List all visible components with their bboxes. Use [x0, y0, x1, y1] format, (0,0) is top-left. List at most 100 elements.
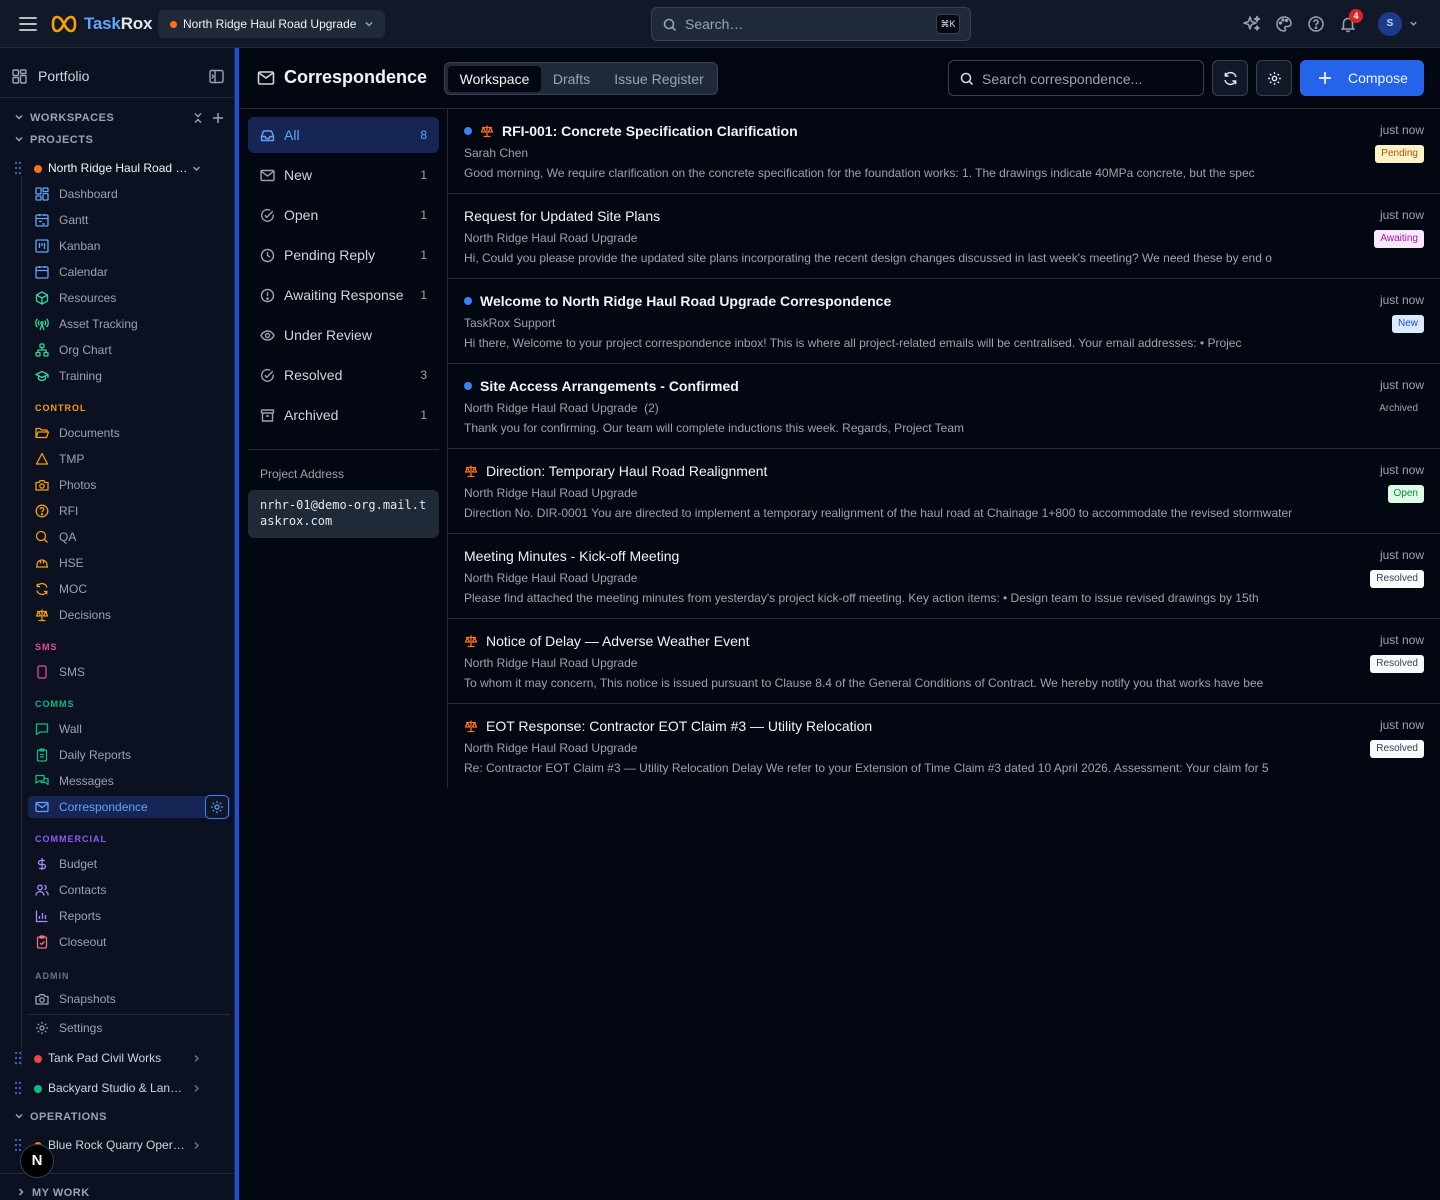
- tab-drafts[interactable]: Drafts: [543, 66, 600, 92]
- nav-kanban[interactable]: Kanban: [28, 235, 230, 257]
- tab-workspace[interactable]: Workspace: [448, 66, 541, 92]
- users-icon: [35, 884, 49, 896]
- taskrox-logo-icon[interactable]: [51, 11, 77, 37]
- sparkles-icon[interactable]: [1243, 15, 1261, 33]
- list-item[interactable]: Request for Updated Site Plans North Rid…: [448, 194, 1440, 279]
- check-circle-icon: [260, 208, 274, 222]
- camera-icon: [35, 480, 49, 491]
- workspaces-header[interactable]: WORKSPACES: [14, 112, 114, 124]
- chevron-down-icon: [15, 114, 23, 120]
- nav-daily-reports[interactable]: Daily Reports: [28, 744, 230, 766]
- chevron-down-icon[interactable]: [1408, 18, 1419, 29]
- chevron-down-icon: [15, 136, 23, 142]
- portfolio-link[interactable]: Portfolio: [0, 48, 234, 98]
- nav-rfi[interactable]: RFI: [28, 500, 230, 522]
- project-email-address[interactable]: nrhr-01@demo-org.mail.taskrox.com: [248, 490, 439, 538]
- tab-issue-register[interactable]: Issue Register: [604, 66, 714, 92]
- list-item[interactable]: Welcome to North Ridge Haul Road Upgrade…: [448, 279, 1440, 364]
- list-item[interactable]: Notice of Delay — Adverse Weather Event …: [448, 619, 1440, 704]
- compose-button[interactable]: Compose: [1300, 60, 1424, 96]
- project-backyard-studio[interactable]: Backyard Studio & Landscaping: [0, 1077, 234, 1099]
- message-time: just now: [1379, 633, 1424, 647]
- nav-messages[interactable]: Messages: [28, 770, 230, 792]
- chevron-right-icon[interactable]: [191, 1140, 202, 1151]
- nav-photos[interactable]: Photos: [28, 474, 230, 496]
- nav-decisions[interactable]: Decisions: [28, 604, 230, 626]
- palette-icon[interactable]: [1275, 15, 1293, 33]
- menu-icon[interactable]: [18, 14, 38, 34]
- list-item[interactable]: Meeting Minutes - Kick-off Meeting North…: [448, 534, 1440, 619]
- user-avatar[interactable]: S: [1378, 12, 1402, 36]
- add-workspace-icon[interactable]: [212, 112, 224, 124]
- filter-awaiting-response[interactable]: Awaiting Response 1: [248, 277, 439, 313]
- filter-resolved[interactable]: Resolved 3: [248, 357, 439, 393]
- project-tank-pad[interactable]: Tank Pad Civil Works: [0, 1047, 234, 1069]
- nav-gantt[interactable]: Gantt: [28, 209, 230, 231]
- chevron-right-icon[interactable]: [191, 1083, 202, 1094]
- filter-pending-reply[interactable]: Pending Reply 1: [248, 237, 439, 273]
- message-sender: North Ridge Haul Road Upgrade: [464, 656, 638, 670]
- help-icon[interactable]: [1307, 15, 1325, 33]
- nav-hse[interactable]: HSE: [28, 552, 230, 574]
- status-badge: Archived: [1373, 400, 1424, 418]
- list-item[interactable]: EOT Response: Contractor EOT Claim #3 — …: [448, 704, 1440, 789]
- correspondence-search-input[interactable]: Search correspondence...: [948, 60, 1204, 96]
- chevron-right-icon[interactable]: [191, 1053, 202, 1064]
- my-work-header[interactable]: MY WORK: [16, 1187, 90, 1199]
- nav-moc[interactable]: MOC: [28, 578, 230, 600]
- filter-under-review[interactable]: Under Review: [248, 317, 439, 353]
- nav-documents[interactable]: Documents: [28, 422, 230, 444]
- drag-handle-icon[interactable]: [14, 161, 22, 175]
- check-circle-icon: [260, 368, 274, 382]
- list-item[interactable]: RFI-001: Concrete Specification Clarific…: [448, 109, 1440, 194]
- nav-training[interactable]: Training: [28, 365, 230, 387]
- filter-open[interactable]: Open 1: [248, 197, 439, 233]
- refresh-button[interactable]: [1212, 60, 1248, 96]
- filter-all[interactable]: All 8: [248, 117, 439, 153]
- drag-handle-icon[interactable]: [14, 1081, 22, 1095]
- drag-handle-icon[interactable]: [14, 1138, 22, 1152]
- list-item[interactable]: Site Access Arrangements - Confirmed Nor…: [448, 364, 1440, 449]
- project-name: Blue Rock Quarry Operations: [48, 1138, 188, 1152]
- collapse-sidebar-icon[interactable]: [209, 69, 224, 84]
- nav-calendar[interactable]: Calendar: [28, 261, 230, 283]
- eye-icon: [260, 330, 275, 341]
- nav-closeout[interactable]: Closeout: [28, 931, 230, 953]
- nav-contacts[interactable]: Contacts: [28, 879, 230, 901]
- group-label-comms: COMMS: [35, 699, 75, 709]
- nav-settings[interactable]: Settings: [28, 1017, 230, 1039]
- project-name: Tank Pad Civil Works: [48, 1051, 162, 1065]
- filter-archived[interactable]: Archived 1: [248, 397, 439, 433]
- nav-asset-tracking[interactable]: Asset Tracking: [28, 313, 230, 335]
- nav-budget[interactable]: Budget: [28, 853, 230, 875]
- message-sender: Sarah Chen: [464, 146, 529, 160]
- filter-new[interactable]: New 1: [248, 157, 439, 193]
- nav-sms[interactable]: SMS: [28, 661, 230, 683]
- projects-header[interactable]: PROJECTS: [14, 134, 93, 146]
- org-chart-icon: [35, 343, 49, 357]
- nav-tmp[interactable]: TMP: [28, 448, 230, 470]
- chevron-down-icon[interactable]: [191, 163, 202, 174]
- list-item[interactable]: Direction: Temporary Haul Road Realignme…: [448, 449, 1440, 534]
- nav-dashboard[interactable]: Dashboard: [28, 183, 230, 205]
- floating-action-button[interactable]: N: [20, 1144, 54, 1178]
- operations-header[interactable]: OPERATIONS: [14, 1111, 107, 1123]
- nav-resources[interactable]: Resources: [28, 287, 230, 309]
- nav-correspondence[interactable]: Correspondence: [28, 795, 230, 819]
- drag-handle-icon[interactable]: [14, 1051, 22, 1065]
- project-selector[interactable]: North Ridge Haul Road Upgrade: [158, 10, 385, 38]
- nav-qa[interactable]: QA: [28, 526, 230, 548]
- collapse-all-icon[interactable]: [192, 112, 204, 124]
- correspondence-settings-button[interactable]: [205, 795, 229, 819]
- nav-snapshots[interactable]: Snapshots: [28, 988, 230, 1010]
- message-sender: North Ridge Haul Road Upgrade: [464, 741, 638, 755]
- project-north-ridge[interactable]: North Ridge Haul Road Upgrade: [0, 157, 234, 179]
- global-search[interactable]: Search… ⌘K: [651, 7, 971, 41]
- sidebar-resize-handle[interactable]: [235, 48, 239, 1200]
- brand-name[interactable]: TaskRox: [84, 14, 152, 34]
- nav-org-chart[interactable]: Org Chart: [28, 339, 230, 361]
- nav-wall[interactable]: Wall: [28, 718, 230, 740]
- nav-reports[interactable]: Reports: [28, 905, 230, 927]
- folder-filters: All 8 New 1 Open 1 Pending Reply 1 Await…: [240, 109, 448, 788]
- settings-button[interactable]: [1256, 60, 1292, 96]
